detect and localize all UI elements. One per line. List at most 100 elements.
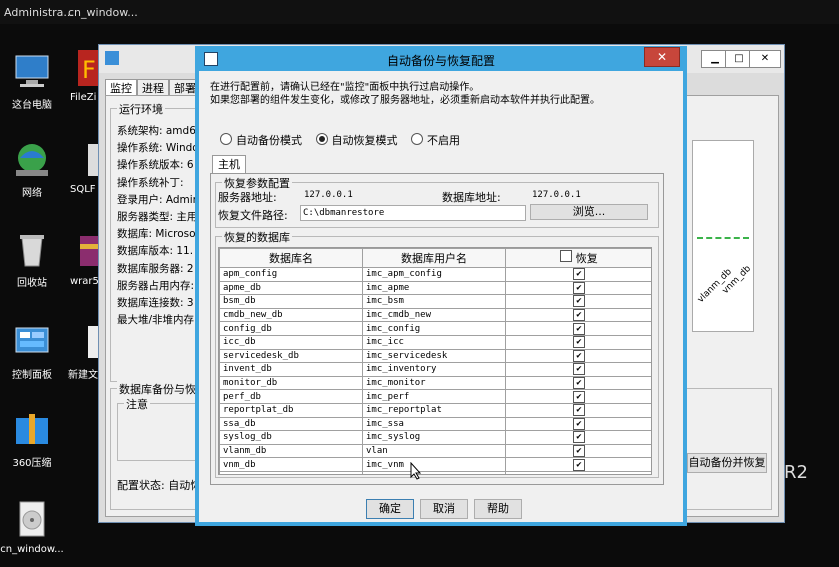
cell-dbname: config_db (219, 321, 363, 336)
cell-dbname: cmdb_new_db (219, 307, 363, 323)
radio-disable[interactable]: 不启用 (411, 133, 460, 147)
table-body: apm_config imc_apm_config ✔ apme_db imc_apme… (219, 267, 651, 474)
table-row[interactable]: invent_db imc_inventory ✔ (219, 362, 651, 377)
cell-empty (219, 470, 363, 474)
server-address-label: 服务器地址: (218, 191, 277, 204)
table-row[interactable]: cmdb_new_db imc_cmdb_new ✔ (219, 307, 651, 323)
restore-path-input[interactable]: C:\dbmanrestore (300, 205, 526, 221)
cell-dbuser: imc_icc (362, 334, 506, 350)
cell-restore: ✔ (505, 443, 651, 459)
cell-restore: ✔ (505, 375, 651, 391)
table-row[interactable]: bsm_db imc_bsm ✔ (219, 294, 651, 309)
desktop-icon-control-panel[interactable]: 控制面板 (0, 322, 64, 381)
restore-checkbox[interactable]: ✔ (573, 336, 585, 349)
runtime-group: 运行环境 系统架构: amd64 操作系统: Windo 操作系统版本: 6 操作系统… (110, 101, 202, 382)
table-row[interactable]: ssa_db imc_ssa ✔ (219, 416, 651, 432)
table-row[interactable]: apme_db imc_apme ✔ (219, 280, 651, 296)
restore-checkbox[interactable]: ✔ (573, 295, 585, 308)
desktop-icon-label: 回收站 (17, 278, 47, 289)
col-header-restore[interactable]: 恢复 (505, 248, 651, 268)
radio-auto-restore[interactable]: 自动恢复模式 (315, 133, 398, 147)
runtime-info-row: 最大堆/非堆内存 (117, 314, 195, 327)
dialog-close-button[interactable]: ✕ (644, 47, 680, 67)
restore-checkbox[interactable]: ✔ (573, 390, 585, 403)
desktop-icon-sql[interactable]: SQLF (62, 140, 102, 195)
chart-area: vlanm_db vnm_db (692, 140, 754, 332)
db-address-label: 数据库地址: (442, 191, 501, 204)
cell-dbuser: imc_apme (362, 280, 506, 296)
table-row[interactable]: perf_db imc_perf ✔ (219, 389, 651, 404)
table-row[interactable]: apm_config imc_apm_config ✔ (219, 267, 651, 282)
cell-dbuser: imc_reportplat (362, 402, 506, 418)
cell-restore: ✔ (505, 416, 651, 432)
chart-line (697, 237, 749, 239)
desktop-icon-label: 新建文 (68, 370, 98, 381)
restore-checkbox[interactable]: ✔ (573, 363, 585, 376)
desktop-icon-filezilla[interactable]: F FileZi (62, 48, 102, 103)
desktop-icon-label: cn_window... (0, 544, 64, 555)
table-row[interactable]: reportplat_db imc_reportplat ✔ (219, 402, 651, 418)
cell-dbname: monitor_db (219, 375, 363, 391)
restore-checkbox[interactable]: ✔ (573, 417, 585, 430)
restore-checkbox[interactable]: ✔ (573, 458, 585, 471)
restore-checkbox[interactable]: ✔ (573, 322, 585, 335)
table-row[interactable]: syslog_db imc_syslog ✔ (219, 430, 651, 445)
cell-dbname: servicedesk_db (219, 348, 363, 364)
database-table-container: 数据库名 数据库用户名 恢复 apm_config imc_apm_config ✔… (218, 247, 652, 475)
taskbar-item-admin[interactable]: Administra... (4, 6, 74, 19)
restore-checkbox[interactable]: ✔ (573, 404, 585, 417)
desktop-icon-new-file[interactable]: 新建文 (62, 322, 102, 381)
table-row[interactable]: monitor_db imc_monitor ✔ (219, 375, 651, 391)
cell-dbuser: imc_cmdb_new (362, 307, 506, 323)
params-group: 恢复参数配置 服务器地址: 127.0.0.1 数据库地址: 127.0.0.1… (215, 175, 659, 228)
table-row[interactable]: icc_db imc_icc ✔ (219, 334, 651, 350)
dialog-title: 自动备份与恢复配置 (386, 54, 495, 68)
browse-button[interactable]: 浏览... (530, 204, 648, 220)
restore-path-label: 恢复文件路径: (218, 209, 288, 222)
radio-indicator (220, 133, 232, 145)
radio-auto-backup[interactable]: 自动备份模式 (220, 133, 302, 147)
desktop-icon-network[interactable]: 网络 (0, 140, 64, 199)
col-header-restore-label: 恢复 (575, 252, 598, 265)
desktop-icon-recycle-bin[interactable]: 回收站 (0, 230, 64, 289)
databases-group-label: 恢复的数据库 (222, 229, 292, 245)
top-taskbar: Administra... cn_window... (0, 0, 839, 24)
runtime-info-row: 数据库服务器: 2 (117, 262, 194, 275)
cell-dbname: apme_db (219, 280, 363, 296)
restore-checkbox[interactable]: ✔ (573, 309, 585, 322)
tab-host[interactable]: 主机 (212, 155, 246, 174)
cancel-button[interactable]: 取消 (420, 499, 468, 519)
computer-icon (12, 52, 52, 92)
desktop-icon-winrar[interactable]: wrar5 (62, 232, 102, 287)
taskbar-item-cn-window[interactable]: cn_window... (68, 6, 138, 19)
desktop-icon-360zip[interactable]: 360压缩 (0, 410, 64, 469)
help-button[interactable]: 帮助 (474, 499, 522, 519)
table-row[interactable]: servicedesk_db imc_servicedesk ✔ (219, 348, 651, 364)
cell-restore: ✔ (505, 430, 651, 445)
col-header-dbuser[interactable]: 数据库用户名 (362, 248, 506, 268)
restore-checkbox[interactable]: ✔ (573, 431, 585, 444)
desktop-icon-cn-window[interactable]: cn_window... (0, 500, 64, 555)
runtime-info-row: 操作系统版本: 6 (117, 159, 194, 172)
disc-icon (12, 500, 52, 540)
runtime-info-list: 系统架构: amd64 操作系统: Windo 操作系统版本: 6 操作系统补丁: 登录… (117, 123, 201, 329)
table-row[interactable]: vnm_db imc_vnm ✔ (219, 457, 651, 472)
select-all-checkbox[interactable] (560, 250, 573, 262)
bg-close-button[interactable]: ✕ (749, 50, 781, 68)
mouse-cursor-icon (410, 461, 422, 483)
desktop-icon-this-pc[interactable]: 这台电脑 (0, 52, 64, 111)
cell-dbuser: imc_bsm (362, 294, 506, 309)
intro-line-1: 在进行配置前，请确认已经在"监控"面板中执行过启动操作。 (210, 82, 480, 93)
restore-checkbox[interactable]: ✔ (573, 445, 585, 458)
auto-backup-restore-button[interactable]: 自动备份并恢复 (687, 453, 767, 473)
table-row[interactable]: config_db imc_config ✔ (219, 321, 651, 336)
table-row[interactable]: vlanm_db vlan ✔ (219, 443, 651, 459)
restore-checkbox[interactable]: ✔ (573, 268, 585, 281)
restore-checkbox[interactable]: ✔ (573, 349, 585, 362)
cell-dbuser: imc_config (362, 321, 506, 336)
restore-checkbox[interactable]: ✔ (573, 281, 585, 294)
cell-restore: ✔ (505, 334, 651, 350)
ok-button[interactable]: 确定 (366, 499, 414, 519)
col-header-dbname[interactable]: 数据库名 (219, 248, 363, 268)
restore-checkbox[interactable]: ✔ (573, 377, 585, 390)
